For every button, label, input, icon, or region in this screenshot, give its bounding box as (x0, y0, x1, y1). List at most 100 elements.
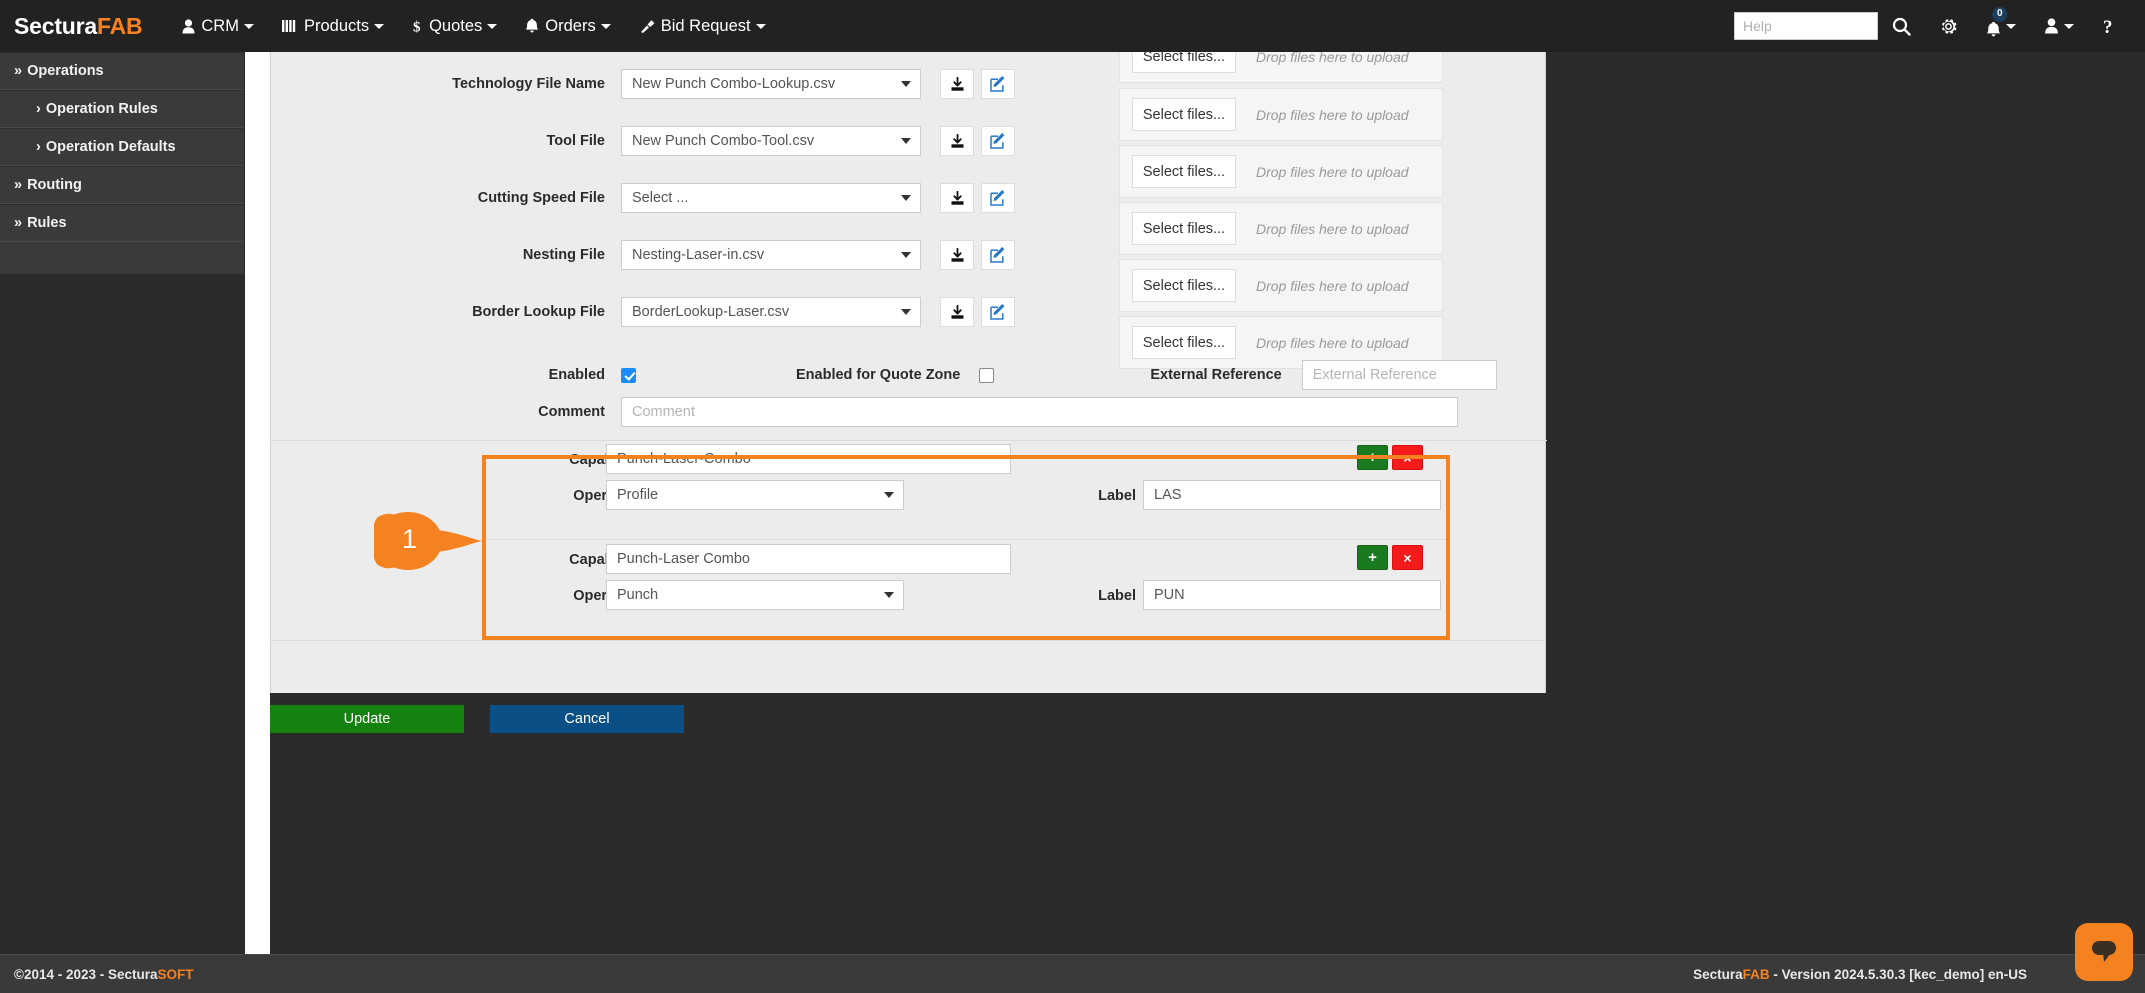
remove-capability-button-2[interactable]: × (1392, 545, 1423, 570)
speech-bubble-icon (2089, 938, 2119, 966)
operation-code-value-1: Profile (617, 487, 658, 503)
external-reference-input[interactable] (1302, 360, 1497, 390)
edit-technology-file-button[interactable] (981, 69, 1015, 99)
drop-files-message: Drop files here to upload (1256, 278, 1409, 294)
update-button[interactable]: Update (270, 705, 464, 733)
chevron-down-icon (244, 24, 254, 29)
download-cutting-speed-file-button[interactable] (940, 183, 974, 213)
label-input-2[interactable] (1143, 580, 1441, 610)
checkbox-enabled-for-quote-zone[interactable] (979, 368, 994, 383)
version-text: SecturaFAB - Version 2024.5.30.3 [kec_de… (1693, 967, 2027, 982)
label-comment: Comment (271, 404, 621, 420)
sidebar-item-rules[interactable]: »Rules (0, 204, 244, 242)
nav-item-crm[interactable]: CRM (168, 0, 268, 52)
help-question-icon[interactable]: ? (2088, 0, 2129, 52)
sidebar-item-operations[interactable]: »Operations (0, 52, 244, 90)
chat-widget-button[interactable] (2075, 923, 2133, 981)
gear-icon[interactable] (1925, 0, 1972, 52)
nav-item-orders[interactable]: Orders (511, 0, 624, 52)
nav-item-quotes[interactable]: $ Quotes (398, 0, 511, 52)
nav-label-orders: Orders (545, 17, 595, 36)
select-cutting-speed-file[interactable]: Select ... (621, 183, 921, 213)
chevron-down-icon (601, 24, 611, 29)
nav-label-bid-request: Bid Request (661, 17, 751, 36)
double-chevron-icon: » (14, 63, 22, 79)
select-technology-file-name[interactable]: New Punch Combo-Lookup.csv (621, 69, 921, 99)
sidebar-label-operation-rules: Operation Rules (46, 101, 158, 117)
download-nesting-file-button[interactable] (940, 240, 974, 270)
chevron-down-icon (2006, 24, 2016, 29)
select-files-button[interactable]: Select files... (1132, 326, 1236, 359)
nav-label-crm: CRM (201, 17, 239, 36)
select-nesting-file[interactable]: Nesting-Laser-in.csv (621, 240, 921, 270)
edit-cutting-speed-file-button[interactable] (981, 183, 1015, 213)
capability-row-divider (486, 539, 1446, 540)
chevron-down-icon (901, 195, 911, 201)
label-cutting-speed-file: Cutting Speed File (271, 190, 621, 206)
comment-input[interactable] (621, 397, 1458, 427)
callout-marker-1: 1 (374, 505, 484, 577)
label-technology-file-name: Technology File Name (271, 76, 621, 92)
select-border-lookup-file[interactable]: BorderLookup-Laser.csv (621, 297, 921, 327)
add-capability-button-1[interactable]: + (1357, 445, 1388, 470)
svg-text:?: ? (2103, 17, 2113, 36)
user-icon (182, 19, 195, 34)
form-row-comment: Comment (271, 397, 1547, 427)
capability-name-input-1[interactable] (606, 444, 1011, 474)
nav-label-quotes: Quotes (429, 17, 482, 36)
app-logo[interactable]: SecturaFAB (14, 13, 142, 40)
operation-code-select-2[interactable]: Punch (606, 580, 904, 610)
edit-tool-file-button[interactable] (981, 126, 1015, 156)
main-content-area: Select files... Drop files here to uploa… (270, 52, 2145, 993)
download-technology-file-button[interactable] (940, 69, 974, 99)
user-account-icon[interactable] (2030, 0, 2088, 52)
chevron-right-icon: › (36, 139, 41, 155)
search-icon[interactable] (1878, 0, 1925, 52)
select-tool-file[interactable]: New Punch Combo-Tool.csv (621, 126, 921, 156)
label-tool-file: Tool File (271, 133, 621, 149)
select-value-cutting-speed-file: Select ... (632, 190, 688, 206)
form-action-buttons: Update Cancel (270, 705, 770, 733)
cancel-button[interactable]: Cancel (490, 705, 684, 733)
edit-border-lookup-file-button[interactable] (981, 297, 1015, 327)
sidebar-item-routing[interactable]: »Routing (0, 166, 244, 204)
version-prefix: Sectura (1693, 967, 1743, 982)
download-tool-file-button[interactable] (940, 126, 974, 156)
help-search-input[interactable] (1734, 12, 1878, 40)
nav-item-products[interactable]: Products (268, 0, 398, 52)
drop-files-message: Drop files here to upload (1256, 164, 1409, 180)
double-chevron-icon: » (14, 177, 22, 193)
page-footer: ©2014 - 2023 - SecturaSOFT SecturaFAB - … (0, 954, 2145, 993)
copyright-text: ©2014 - 2023 - SecturaSOFT (14, 967, 194, 982)
select-value-border-lookup-file: BorderLookup-Laser.csv (632, 304, 789, 320)
sidebar-item-operation-defaults[interactable]: ›Operation Defaults (0, 128, 244, 166)
svg-text:$: $ (413, 20, 421, 35)
form-panel-footer-strip (270, 640, 1546, 693)
operation-code-select-1[interactable]: Profile (606, 480, 904, 510)
remove-capability-button-1[interactable]: × (1392, 445, 1423, 470)
chevron-down-icon (2064, 24, 2074, 29)
form-row-enabled: Enabled Enabled for Quote Zone External … (271, 360, 1547, 390)
capability-name-input-2[interactable] (606, 544, 1011, 574)
callout-number: 1 (402, 524, 417, 555)
bell-icon (525, 18, 539, 34)
drop-files-message: Drop files here to upload (1256, 335, 1409, 351)
sidebar-item-operation-rules[interactable]: ›Operation Rules (0, 90, 244, 128)
copyright-accent: SOFT (158, 967, 194, 982)
chevron-down-icon (374, 24, 384, 29)
label-input-1[interactable] (1143, 480, 1441, 510)
label-enabled-for-quote-zone: Enabled for Quote Zone (796, 367, 960, 383)
drop-files-message: Drop files here to upload (1256, 221, 1409, 237)
nav-item-bid-request[interactable]: Bid Request (625, 0, 780, 52)
notifications-bell-icon[interactable]: 0 (1972, 0, 2030, 52)
edit-nesting-file-button[interactable] (981, 240, 1015, 270)
notification-badge: 0 (1992, 7, 2007, 22)
add-capability-button-2[interactable]: + (1357, 545, 1388, 570)
double-chevron-icon: » (14, 215, 22, 231)
select-value-tool-file: New Punch Combo-Tool.csv (632, 133, 814, 149)
top-nav-right-group: 0 ? (1734, 0, 2145, 52)
download-border-lookup-file-button[interactable] (940, 297, 974, 327)
chevron-down-icon (756, 24, 766, 29)
chevron-down-icon (884, 492, 894, 498)
checkbox-enabled[interactable] (621, 368, 636, 383)
